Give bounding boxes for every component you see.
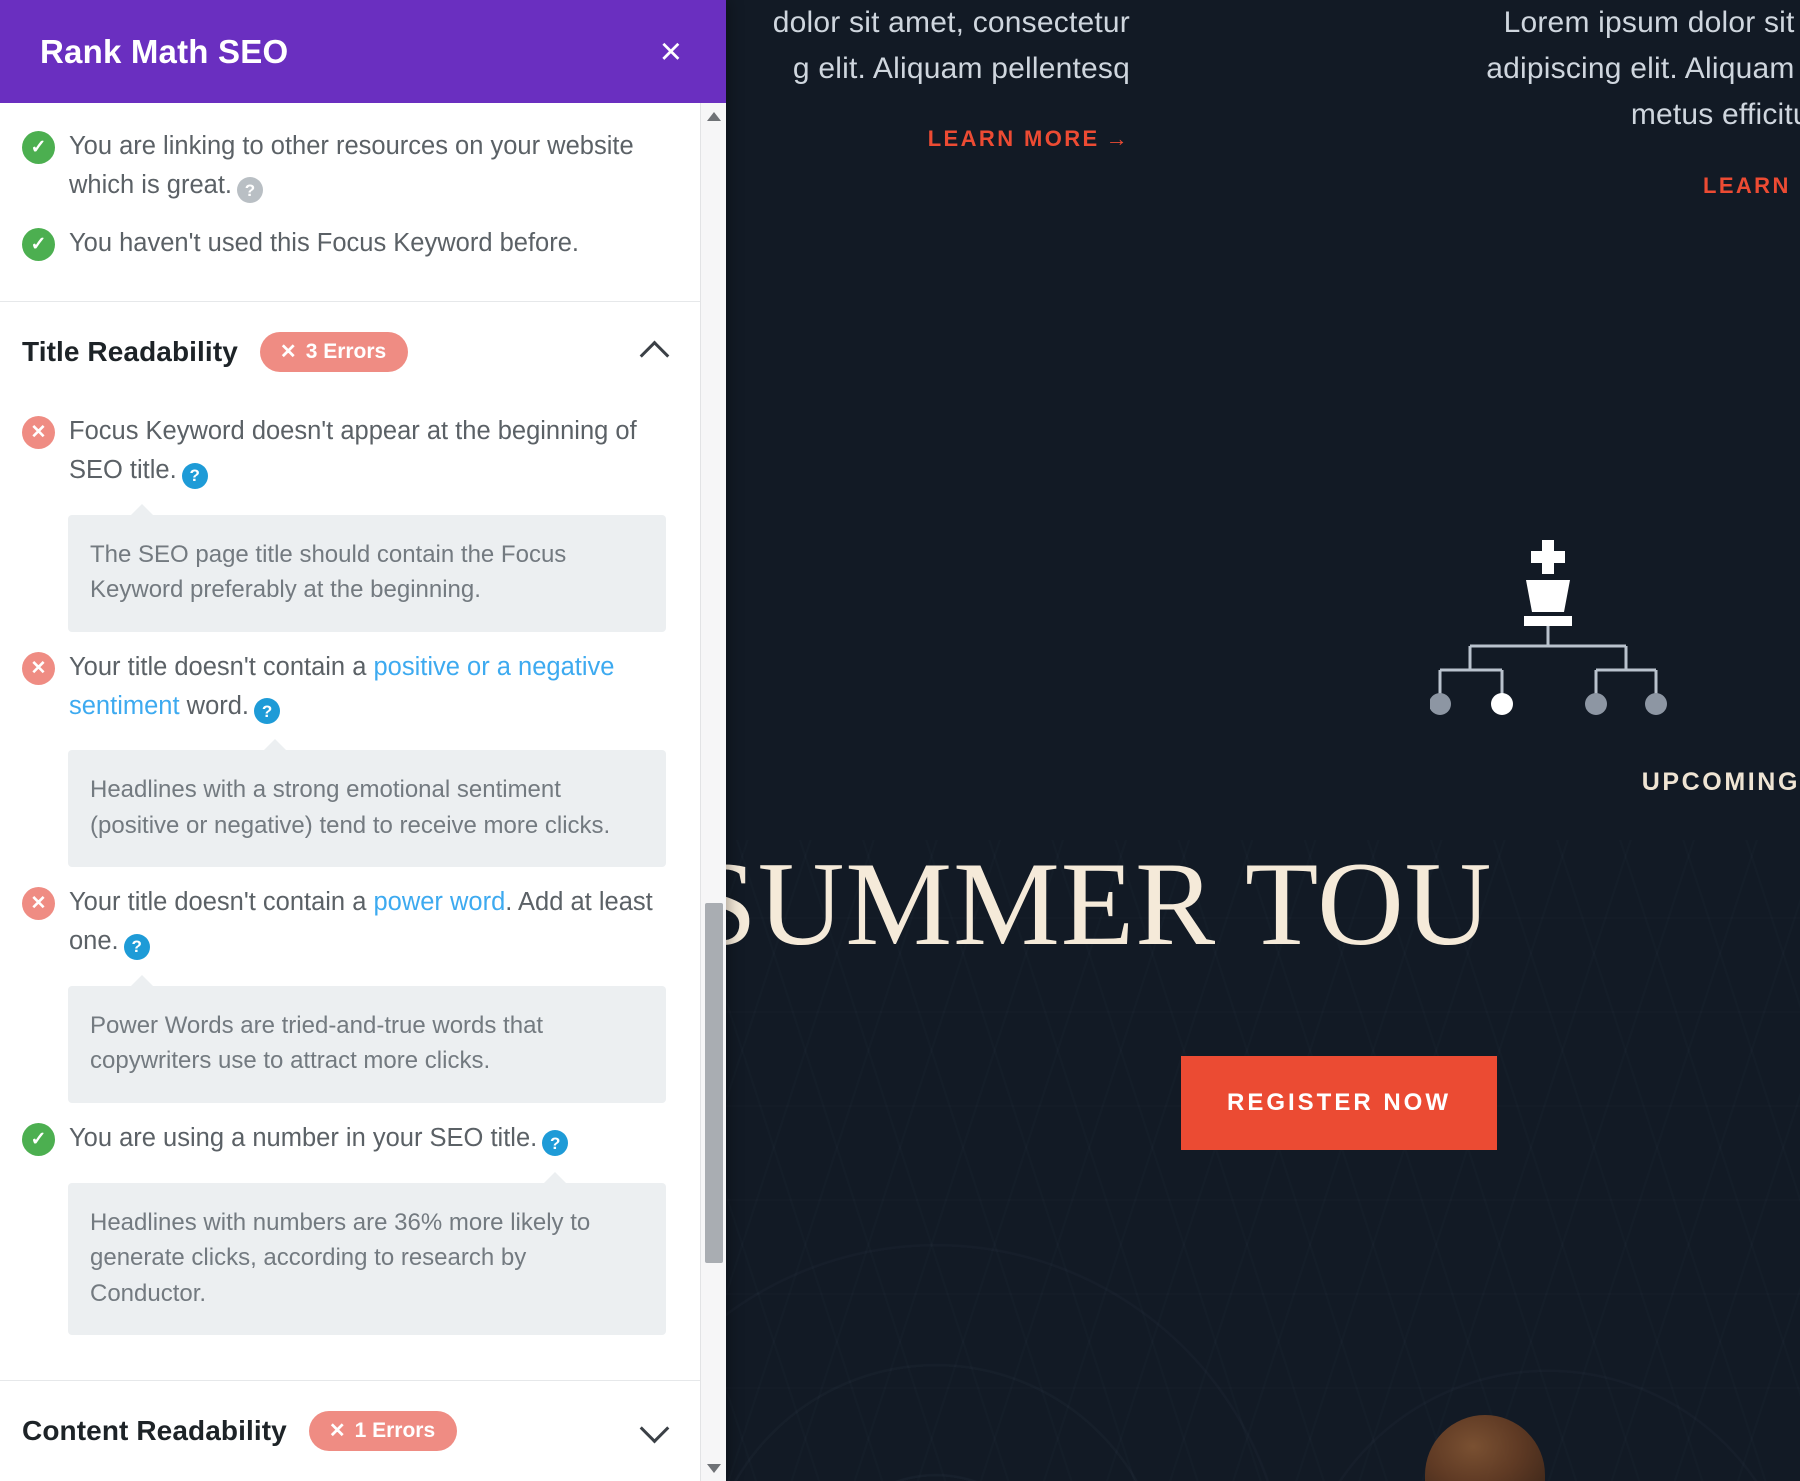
list-item[interactable]: ✕ Your title doesn't contain a power wor…	[0, 873, 700, 970]
hero-column-left: ​ dolor sit amet, consectetur g elit. Al…	[700, 0, 1130, 152]
result-text: You are linking to other resources on yo…	[69, 126, 670, 205]
result-text: You are using a number in your SEO title…	[69, 1118, 569, 1158]
content-readability-section: Content Readability ✕ 1 Errors	[0, 1380, 700, 1481]
section-title: Content Readability	[22, 1415, 287, 1446]
check-circle-icon: ✓	[22, 131, 55, 164]
result-label-after: word.	[179, 691, 250, 720]
help-circle-icon[interactable]: ?	[237, 177, 263, 204]
result-label-before: Your title doesn't contain a	[69, 888, 374, 917]
title-readability-header[interactable]: Title Readability ✕ 3 Errors	[0, 302, 700, 402]
badge-label: 1 Errors	[354, 1419, 436, 1442]
scroll-up-button[interactable]	[701, 103, 726, 129]
help-circle-icon[interactable]: ?	[254, 698, 281, 725]
list-item[interactable]: ✕ Focus Keyword doesn't appear at the be…	[0, 402, 700, 499]
check-circle-icon: ✓	[22, 227, 55, 261]
list-item[interactable]: ✕ Your title doesn't contain a positive …	[0, 638, 700, 735]
help-circle-icon[interactable]: ?	[542, 1130, 569, 1157]
section-title: Title Readability	[22, 336, 238, 368]
panel-scrollbar[interactable]	[700, 103, 726, 1481]
result-text: You haven't used this Focus Keyword befo…	[69, 228, 579, 257]
top-results-list: ✓ You are linking to other resources on …	[0, 103, 700, 279]
learn-more-link-left[interactable]: LEARN MORE →	[928, 126, 1130, 152]
chevron-down-icon[interactable]	[640, 1416, 670, 1446]
result-text: Your title doesn't contain a power word.…	[69, 882, 670, 961]
chevron-up-icon[interactable]	[640, 337, 670, 367]
check-circle-icon: ✓	[22, 1122, 55, 1156]
hero-title: SUMMER TOU	[690, 837, 1493, 970]
result-label: You are using a number in your SEO title…	[69, 1123, 538, 1152]
result-label: You are linking to other resources on yo…	[69, 132, 634, 199]
help-circle-icon[interactable]: ?	[181, 462, 208, 489]
hero-column-right: Lorem ipsum dolor sit a adipiscing elit.…	[1180, 0, 1800, 199]
upcoming-label: UPCOMING	[1641, 768, 1800, 796]
badge-label: 3 Errors	[305, 340, 387, 364]
scroll-down-button[interactable]	[701, 1455, 726, 1481]
hero-paragraph-right: Lorem ipsum dolor sit a adipiscing elit.…	[1486, 6, 1800, 132]
scroll-thumb[interactable]	[705, 903, 723, 1263]
hero-paragraph-left: ​ dolor sit amet, consectetur g elit. Al…	[772, 6, 1130, 86]
learn-more-label-left: LEARN MORE	[927, 126, 1100, 152]
error-circle-icon: ✕	[22, 887, 55, 921]
close-x-icon: ✕	[328, 1419, 346, 1442]
content-readability-header[interactable]: Content Readability ✕ 1 Errors	[0, 1381, 700, 1481]
result-text: Your title doesn't contain a positive or…	[69, 647, 670, 726]
panel-body: ✓ You are linking to other resources on …	[0, 103, 726, 1481]
register-now-button[interactable]: REGISTER NOW	[1181, 1056, 1497, 1150]
status-badge: ✕ 1 Errors	[308, 1411, 458, 1451]
tooltip-content: Headlines with a strong emotional sentim…	[68, 739, 666, 868]
tooltip-content: Headlines with numbers are 36% more like…	[68, 1171, 666, 1336]
status-badge: ✕ 3 Errors	[259, 332, 409, 373]
tournament-bracket-icon	[1430, 540, 1667, 715]
arrow-right-icon: →	[1105, 126, 1130, 152]
panel-scroll-area: ✓ You are linking to other resources on …	[0, 103, 700, 1481]
panel-title: Rank Math SEO	[40, 32, 289, 70]
tooltip-content: Power Words are tried-and-true words tha…	[68, 974, 666, 1103]
result-label: Focus Keyword doesn't appear at the begi…	[69, 417, 637, 484]
error-circle-icon: ✕	[22, 651, 55, 685]
screen: ​ dolor sit amet, consectetur g elit. Al…	[0, 0, 1800, 1481]
list-item[interactable]: ✓ You are using a number in your SEO tit…	[0, 1109, 700, 1167]
triangle-down-icon	[706, 1463, 721, 1473]
rank-math-seo-panel: Rank Math SEO × ✓ You are linking to oth…	[0, 0, 726, 1481]
tooltip-content: The SEO page title should contain the Fo…	[68, 503, 666, 632]
help-circle-icon[interactable]: ?	[123, 933, 150, 960]
list-item[interactable]: ✓ You are linking to other resources on …	[0, 117, 700, 214]
error-circle-icon: ✕	[22, 416, 55, 450]
list-item[interactable]: ✓ You haven't used this Focus Keyword be…	[0, 214, 700, 272]
close-icon[interactable]: ×	[650, 29, 692, 75]
result-label-before: Your title doesn't contain a	[69, 652, 374, 681]
panel-header: Rank Math SEO ×	[0, 0, 726, 103]
triangle-up-icon	[706, 111, 721, 121]
close-x-icon: ✕	[279, 340, 297, 363]
result-text: Focus Keyword doesn't appear at the begi…	[69, 411, 670, 490]
learn-more-link-right[interactable]: LEARN M	[1703, 173, 1800, 199]
power-word-link[interactable]: power word	[373, 888, 505, 916]
